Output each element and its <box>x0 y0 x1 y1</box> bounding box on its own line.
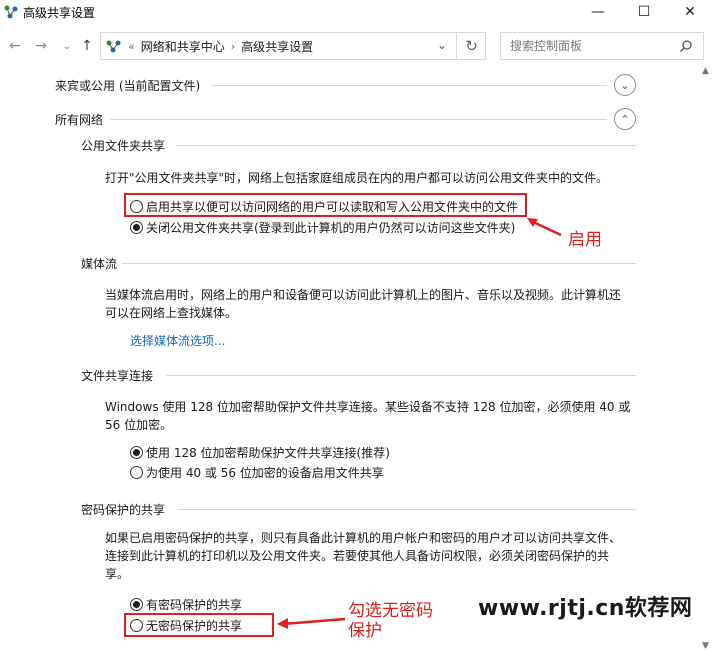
forward-button[interactable]: → <box>32 36 50 56</box>
window-title: 高级共享设置 <box>23 5 96 20</box>
annotation-check-line2: 保护 <box>348 621 382 641</box>
radio-label[interactable]: 关闭公用文件夹共享(登录到此计算机的用户仍然可以访问这些文件夹) <box>146 219 515 236</box>
section-all-networks[interactable]: 所有网络 <box>55 111 103 128</box>
breadcrumb-separator[interactable]: › <box>231 40 235 53</box>
section-guest-public[interactable]: 来宾或公用 (当前配置文件) <box>55 77 200 94</box>
annotation-check-line1: 勾选无密码 <box>348 601 433 621</box>
radio-button-selected[interactable] <box>130 598 143 611</box>
media-heading: 媒体流 <box>81 257 118 271</box>
vertical-scrollbar[interactable]: ▲ ▼ <box>700 64 713 651</box>
subsection-divider <box>178 509 636 510</box>
breadcrumb-network-center[interactable]: 网络和共享中心 <box>141 38 225 55</box>
address-toolbar: ← → ⌄ ↑ « 网络和共享中心 › 高级共享设置 ⌄ ↻ <box>0 30 713 62</box>
title-bar: 高级共享设置 — ☐ ✕ <box>0 0 713 24</box>
public-folder-description: 打开"公用文件夹共享"时，网络上包括家庭组成员在内的用户都可以访问公用文件夹中的… <box>105 171 609 185</box>
breadcrumb-overflow[interactable]: « <box>128 40 135 53</box>
highlight-box-enable <box>124 193 527 217</box>
back-button[interactable]: ← <box>6 36 24 56</box>
annotation-enable: 启用 <box>568 230 602 250</box>
expand-guest-chevron-icon[interactable]: ⌄ <box>614 74 636 96</box>
section-divider <box>212 85 607 86</box>
media-description-line2: 可以在网络上查找媒体。 <box>105 306 238 320</box>
scroll-down-icon[interactable]: ▼ <box>702 641 709 651</box>
radio-button-selected[interactable] <box>130 221 143 234</box>
collapse-all-chevron-icon[interactable]: ⌃ <box>614 108 636 130</box>
up-button[interactable]: ↑ <box>78 36 96 56</box>
subsection-divider <box>122 263 636 264</box>
radio-password-protected[interactable]: 有密码保护的共享 <box>130 596 242 613</box>
annotation-arrow-enable <box>527 218 562 237</box>
password-description-line3: 享。 <box>105 567 130 581</box>
media-description-line1: 当媒体流启用时，网络上的用户和设备便可以访问此计算机上的图片、音乐以及视频。此计… <box>105 288 622 302</box>
password-description-line1: 如果已启用密码保护的共享，则只有具备此计算机的用户帐户和密码的用户才可以访问共享… <box>105 531 622 545</box>
media-options-link[interactable]: 选择媒体流选项... <box>130 332 225 349</box>
close-button[interactable]: ✕ <box>667 0 713 24</box>
search-input[interactable] <box>510 39 670 53</box>
file-sharing-description-line2: 56 位加密。 <box>105 418 173 432</box>
search-icon[interactable] <box>679 39 693 53</box>
password-description-line2: 连接到此计算机的打印机以及公用文件夹。若要使其他人具备访问权限，必须关闭密码保护… <box>105 549 610 563</box>
radio-button[interactable] <box>130 466 143 479</box>
network-location-icon <box>105 38 123 54</box>
subsection-divider <box>176 145 636 146</box>
subsection-divider <box>166 375 636 376</box>
file-sharing-description-line1: Windows 使用 128 位加密帮助保护文件共享连接。某些设备不支持 128… <box>105 400 631 414</box>
radio-40-56bit[interactable]: 为使用 40 或 56 位加密的设备启用文件共享 <box>130 464 384 481</box>
network-icon <box>3 4 19 20</box>
maximize-button[interactable]: ☐ <box>621 0 667 24</box>
recent-locations-button[interactable]: ⌄ <box>58 36 76 56</box>
breadcrumb-advanced-sharing[interactable]: 高级共享设置 <box>241 38 313 55</box>
password-heading: 密码保护的共享 <box>81 503 166 517</box>
settings-panel: 来宾或公用 (当前配置文件) ⌄ 所有网络 ⌃ 公用文件夹共享 打开"公用文件夹… <box>0 64 700 651</box>
address-dropdown-icon[interactable]: ⌄ <box>437 38 447 52</box>
scroll-up-icon[interactable]: ▲ <box>702 66 709 76</box>
minimize-button[interactable]: — <box>575 0 621 24</box>
address-bar[interactable]: « 网络和共享中心 › 高级共享设置 ⌄ <box>100 32 486 60</box>
refresh-button[interactable]: ↻ <box>456 32 486 60</box>
radio-disable-public-sharing[interactable]: 关闭公用文件夹共享(登录到此计算机的用户仍然可以访问这些文件夹) <box>130 219 515 236</box>
highlight-box-no-password <box>124 613 274 637</box>
section-divider <box>110 119 607 120</box>
annotation-arrow-no-password <box>277 617 346 629</box>
radio-label[interactable]: 有密码保护的共享 <box>146 596 242 613</box>
radio-label[interactable]: 为使用 40 或 56 位加密的设备启用文件共享 <box>146 464 384 481</box>
window-controls: — ☐ ✕ <box>575 0 713 24</box>
watermark: www.rjtj.cn软荐网 <box>478 596 693 621</box>
radio-128bit[interactable]: 使用 128 位加密帮助保护文件共享连接(推荐) <box>130 444 390 461</box>
radio-label[interactable]: 使用 128 位加密帮助保护文件共享连接(推荐) <box>146 444 390 461</box>
search-box[interactable] <box>500 32 704 60</box>
file-sharing-heading: 文件共享连接 <box>81 369 154 383</box>
radio-button-selected[interactable] <box>130 446 143 459</box>
public-folder-heading: 公用文件夹共享 <box>81 139 166 153</box>
